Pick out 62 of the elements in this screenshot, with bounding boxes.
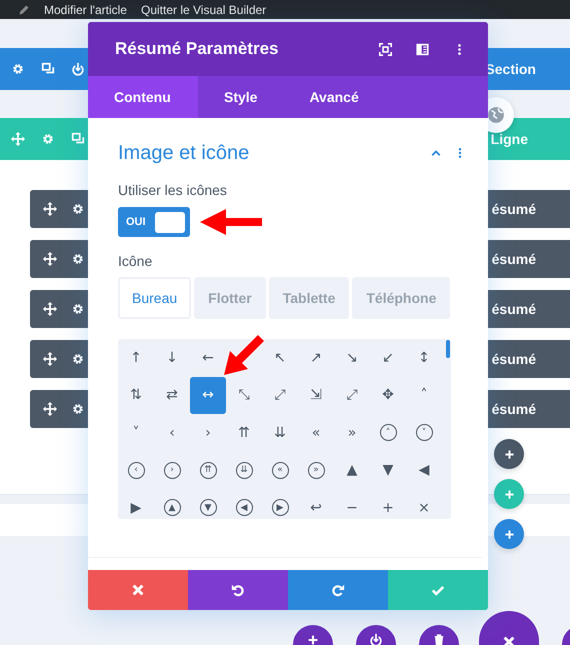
icon-option[interactable]: ⤡ — [226, 376, 262, 414]
icon-option[interactable]: › — [190, 414, 226, 452]
icon-option[interactable]: ↖ — [262, 339, 298, 376]
icon-option[interactable]: ⇊ — [262, 414, 298, 452]
icon-option[interactable]: ▼ — [370, 452, 406, 489]
icon-option[interactable]: ⇊ — [226, 452, 262, 489]
settings-tab[interactable]: Contenu — [88, 76, 198, 118]
icon-option[interactable]: ‹ — [118, 452, 154, 489]
icon-option[interactable]: ▲ — [154, 489, 190, 526]
icon-option[interactable]: « — [262, 452, 298, 489]
module-label: ésumé — [492, 351, 537, 367]
icon-option[interactable]: ▼ — [190, 489, 226, 526]
icon-option[interactable]: ◀ — [406, 452, 442, 489]
group-title[interactable]: Image et icône — [118, 142, 250, 164]
icon-option[interactable]: ⇲ — [298, 376, 334, 414]
admin-bar-link[interactable]: Quitter le Visual Builder — [140, 2, 266, 16]
icon-option[interactable]: ↩ — [298, 489, 334, 526]
icon-option[interactable]: ˄ — [406, 376, 442, 414]
field-label: Utiliser les icônes — [118, 182, 228, 198]
icon-option[interactable]: » — [298, 452, 334, 489]
icon-option[interactable]: ↔ — [190, 376, 226, 414]
icon-option[interactable]: ⇈ — [226, 414, 262, 452]
icon-option[interactable]: ⇅ — [118, 376, 154, 414]
icon-option[interactable]: + — [370, 489, 406, 526]
device-tab[interactable]: Bureau — [118, 277, 192, 319]
module-label: ésumé — [492, 301, 537, 317]
icon-option[interactable]: ⤢ — [334, 376, 370, 414]
icon-option[interactable]: › — [154, 452, 190, 489]
admin-bar-link[interactable]: Modifier l'article — [44, 2, 127, 16]
icon-option[interactable]: « — [298, 414, 334, 452]
icon-option[interactable]: ‹ — [154, 414, 190, 452]
settings-tab[interactable]: Style — [198, 76, 284, 118]
icon-option[interactable]: ⇄ — [154, 376, 190, 414]
icon-option[interactable]: ◀ — [226, 489, 262, 526]
icon-option[interactable]: ↘ — [334, 339, 370, 376]
module-label: ésumé — [492, 251, 537, 267]
icon-option[interactable]: ← — [190, 339, 226, 376]
icon-option[interactable]: ˄ — [370, 414, 406, 452]
icon-option[interactable]: × — [406, 489, 442, 526]
icon-option[interactable]: » — [334, 414, 370, 452]
icon-option[interactable]: ✥ — [370, 376, 406, 414]
icon-option[interactable]: ▲ — [334, 452, 370, 489]
toggle-switch[interactable]: OUI — [118, 207, 190, 237]
icon-option[interactable]: ⤢ — [262, 376, 298, 414]
icon-option[interactable]: ▶ — [262, 489, 298, 526]
icon-option[interactable]: ˅ — [118, 414, 154, 452]
settings-tab[interactable]: Avancé — [283, 76, 385, 118]
module-label: ésumé — [492, 401, 537, 417]
icon-option[interactable]: ⇈ — [190, 452, 226, 489]
icon-option[interactable]: ↕ — [406, 339, 442, 376]
section-label: Section — [485, 61, 537, 77]
icon-option[interactable]: ↓ — [154, 339, 190, 376]
icon-option[interactable]: ˅ — [406, 414, 442, 452]
icon-option[interactable]: ↑ — [118, 339, 154, 376]
icon-option[interactable]: ▶ — [118, 489, 154, 526]
modal-title: Résumé Paramètres — [115, 39, 278, 59]
icon-option[interactable]: − — [334, 489, 370, 526]
icon-option[interactable]: ↗ — [298, 339, 334, 376]
row-label: Ligne — [490, 131, 529, 147]
module-label: ésumé — [492, 201, 537, 217]
field-label: Icône — [118, 253, 154, 269]
icon-option[interactable]: ↙ — [370, 339, 406, 376]
